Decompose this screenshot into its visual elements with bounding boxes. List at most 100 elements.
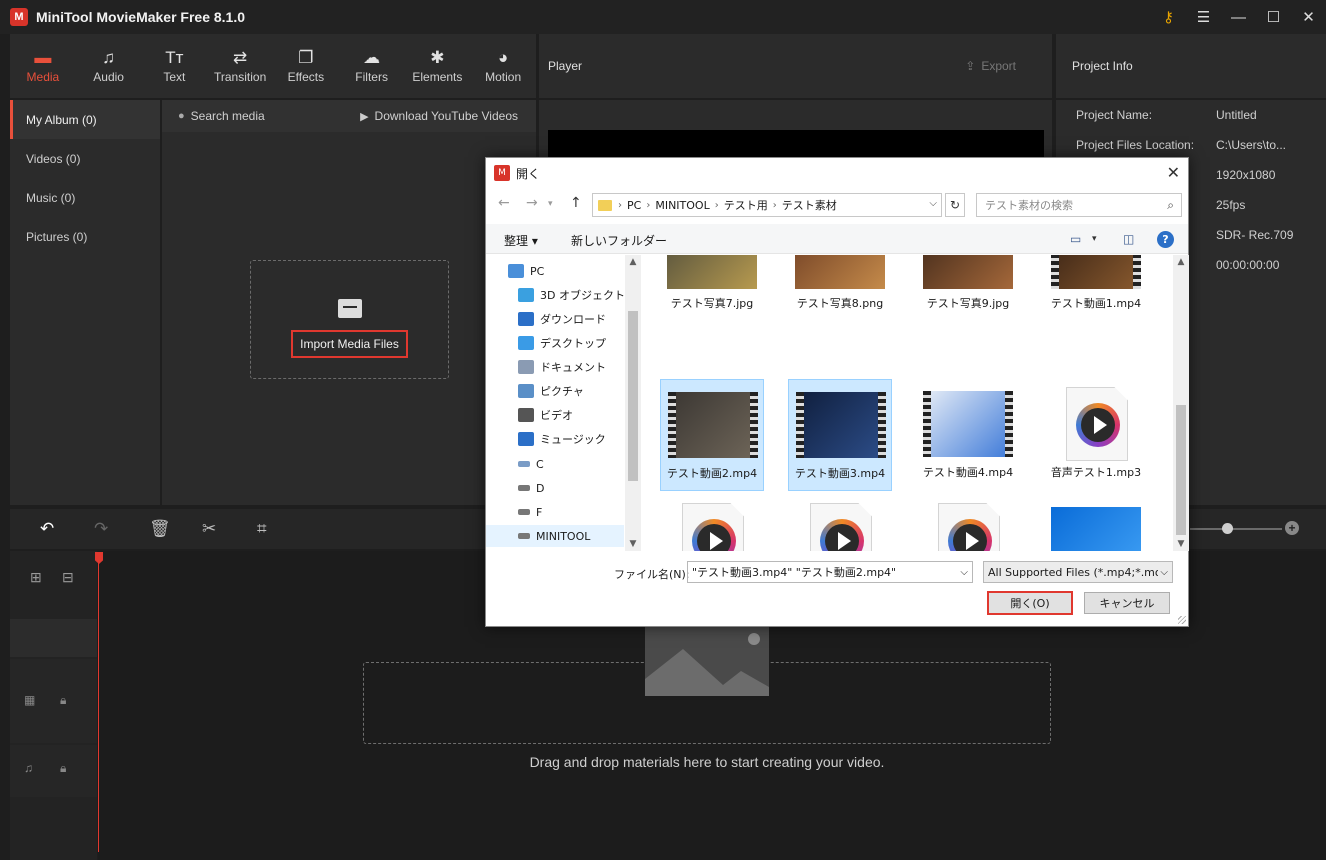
sidebar-item[interactable]: Videos (0) — [10, 139, 160, 178]
tab-text[interactable]: Tт Text — [142, 34, 208, 98]
file-item[interactable]: テスト写真7.jpg — [660, 255, 764, 361]
import-media-files-button[interactable]: Import Media Files — [291, 330, 408, 358]
file-item[interactable]: テスト動画4.mp4 — [916, 379, 1020, 491]
video-lock-icon[interactable]: 🔒︎ — [60, 693, 66, 708]
tree-item-ピクチャ[interactable]: ピクチャ — [518, 380, 584, 402]
dialog-close-icon[interactable]: ✕ — [1167, 163, 1180, 182]
undo-icon[interactable]: ↶ — [40, 519, 54, 539]
refresh-icon[interactable]: ↻ — [945, 193, 965, 217]
new-folder-button[interactable]: 新しいフォルダー — [571, 232, 667, 249]
view-mode-icon[interactable]: ▭ — [1070, 232, 1081, 246]
audio-lock-icon[interactable]: 🔒︎ — [60, 761, 66, 776]
search-media-button[interactable]: ● Search media — [178, 109, 265, 123]
help-icon[interactable]: ? — [1157, 231, 1174, 248]
zoom-slider-track[interactable] — [1190, 528, 1282, 530]
tree-item-ビデオ[interactable]: ビデオ — [518, 404, 573, 426]
scroll-up-icon[interactable]: ▲ — [625, 257, 641, 267]
file-item[interactable]: テスト動画2.mp4 — [660, 379, 764, 491]
file-item[interactable]: 音声テスト1.mp3 — [1044, 379, 1148, 491]
file-item[interactable]: テスト写真9.jpg — [916, 255, 1020, 361]
folder-search-input[interactable]: テスト素材の検索 ⌕ — [976, 193, 1182, 217]
recent-dropdown-icon[interactable]: ▾ — [548, 199, 553, 209]
export-button[interactable]: ⇪ Export — [965, 59, 1016, 73]
preview-pane-icon[interactable]: ◫ — [1123, 232, 1134, 246]
sidebar-item[interactable]: My Album (0) — [10, 100, 160, 139]
tab-audio[interactable]: ♫ Audio — [76, 34, 142, 98]
navigation-tree: PC 3D オブジェクト ダウンロード デスクトップ ドキュメント ピクチャ ビデオ ミュージ… — [486, 255, 641, 551]
grid-scroll-thumb[interactable] — [1176, 405, 1186, 535]
delete-icon[interactable]: 🗑 — [149, 519, 171, 539]
view-dropdown-icon[interactable]: ▾ — [1092, 234, 1097, 244]
file-item[interactable]: 音声テスト5.wav — [916, 495, 1020, 551]
elements-icon: ✱ — [430, 48, 445, 67]
tab-motion[interactable]: ◕ Motion — [470, 34, 536, 98]
file-item[interactable]: 音声テスト3.mp3 — [788, 495, 892, 551]
tab-filters[interactable]: ☁ Filters — [339, 34, 405, 98]
tree-item-ダウンロード[interactable]: ダウンロード — [518, 308, 606, 330]
filename-input[interactable]: "テスト動画3.mp4" "テスト動画2.mp4" ⌵ — [687, 561, 973, 583]
chevron-down-icon[interactable]: ⌵ — [960, 567, 968, 578]
file-grid-scrollbar[interactable]: ▲ ▼ — [1173, 255, 1189, 551]
scroll-down-icon[interactable]: ▼ — [1173, 539, 1189, 549]
activation-key-icon[interactable]: ⚷ — [1151, 0, 1186, 34]
tree-item-f[interactable]: F — [518, 501, 542, 523]
breadcrumb-item[interactable]: PC — [627, 199, 641, 212]
file-item[interactable]: テスト写真8.png — [788, 255, 892, 361]
app-logo-icon: M — [10, 8, 28, 26]
forward-arrow-icon[interactable]: → — [526, 195, 538, 211]
tree-scrollbar[interactable]: ▲ ▼ — [625, 255, 641, 551]
tree-item-c[interactable]: C — [518, 453, 544, 475]
tab-transition[interactable]: ⇄ Transition — [207, 34, 273, 98]
close-icon[interactable]: ✕ — [1291, 0, 1326, 34]
split-scissors-icon[interactable]: ✂ — [202, 519, 216, 539]
play-icon — [1094, 416, 1107, 434]
remove-track-icon[interactable]: ⊟ — [62, 569, 74, 586]
tab-label: Elements — [412, 70, 463, 84]
sidebar-item[interactable]: Pictures (0) — [10, 217, 160, 256]
file-item[interactable]: 音声テスト2.mp3 — [660, 495, 764, 551]
tree-item-pc[interactable]: PC — [508, 260, 544, 282]
scroll-up-icon[interactable]: ▲ — [1173, 257, 1189, 267]
file-type-select[interactable]: All Supported Files (*.mp4;*.mo ⌵ — [983, 561, 1173, 583]
chevron-down-icon[interactable]: ⌵ — [929, 198, 937, 209]
tree-item-ミュージック[interactable]: ミュージック — [518, 428, 606, 450]
zoom-in-icon[interactable]: + — [1285, 521, 1299, 535]
redo-icon[interactable]: ↷ — [94, 519, 108, 539]
breadcrumb-item[interactable]: テスト素材 — [782, 197, 837, 213]
file-item[interactable]: テスト動画3.mp4 — [788, 379, 892, 491]
chevron-down-icon[interactable]: ⌵ — [1158, 566, 1168, 578]
add-track-icon[interactable]: ⊞ — [30, 569, 42, 586]
organize-menu[interactable]: 整理 ▾ — [504, 232, 538, 249]
back-arrow-icon[interactable]: ← — [498, 195, 510, 211]
resize-grip[interactable] — [1178, 616, 1186, 624]
3d-objects-icon — [518, 288, 534, 302]
zoom-slider-knob[interactable] — [1222, 523, 1233, 534]
download-youtube-button[interactable]: ▶ Download YouTube Videos — [360, 109, 518, 123]
file-name: テスト写真8.png — [796, 297, 884, 310]
address-bar[interactable]: › PC › MINITOOL › テスト用 › テスト素材 ⌵ — [592, 193, 942, 217]
tree-item-3d-オブジェクト[interactable]: 3D オブジェクト — [518, 284, 625, 306]
cancel-button[interactable]: キャンセル — [1084, 592, 1170, 614]
tab-media[interactable]: ▬ Media — [10, 34, 76, 98]
breadcrumb-item[interactable]: MINITOOL — [655, 199, 709, 212]
file-item[interactable]: 写真1.png — [1044, 495, 1148, 551]
tab-effects[interactable]: ❐ Effects — [273, 34, 339, 98]
minimize-icon[interactable]: — — [1221, 0, 1256, 34]
tab-elements[interactable]: ✱ Elements — [405, 34, 471, 98]
tree-item-minitool[interactable]: MINITOOL — [486, 525, 624, 547]
open-button[interactable]: 開く(O) — [987, 591, 1073, 615]
menu-icon[interactable]: ☰ — [1186, 0, 1221, 34]
import-media-dropzone[interactable]: Import Media Files — [250, 260, 449, 379]
file-item[interactable]: テスト動画1.mp4 — [1044, 255, 1148, 361]
up-arrow-icon[interactable]: ↑ — [570, 195, 582, 211]
scroll-down-icon[interactable]: ▼ — [625, 539, 641, 549]
tree-item-デスクトップ[interactable]: デスクトップ — [518, 332, 606, 354]
maximize-icon[interactable]: ☐ — [1256, 0, 1291, 34]
sidebar-item[interactable]: Music (0) — [10, 178, 160, 217]
breadcrumb-item[interactable]: テスト用 — [724, 197, 768, 213]
tree-item-ドキュメント[interactable]: ドキュメント — [518, 356, 606, 378]
tree-scroll-thumb[interactable] — [628, 311, 638, 481]
tree-item-d[interactable]: D — [518, 477, 544, 499]
crop-icon[interactable]: ⌗ — [257, 519, 267, 539]
play-icon — [710, 532, 723, 550]
